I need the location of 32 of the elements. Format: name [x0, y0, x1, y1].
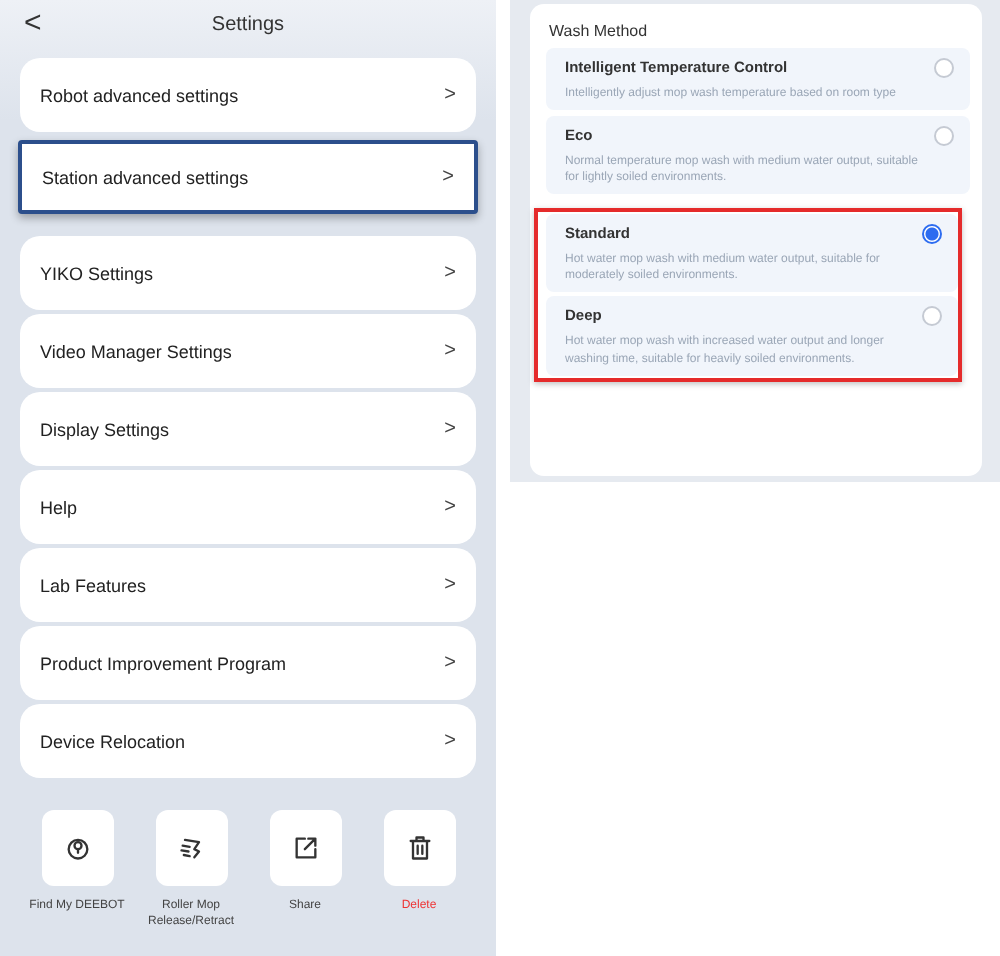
back-button[interactable]: <	[24, 6, 42, 40]
action-button[interactable]	[155, 810, 227, 886]
chevron: >	[444, 418, 456, 440]
chevron: >	[444, 496, 456, 518]
chevron: >	[444, 262, 456, 284]
settings-item[interactable]: Robot advanced settings >	[20, 58, 476, 132]
radio-button[interactable]	[921, 224, 941, 245]
share-icon	[291, 834, 319, 862]
settings-item[interactable]: Device Relocation >	[20, 704, 476, 778]
action-button[interactable]	[41, 810, 113, 886]
settings-item[interactable]: Display Settings >	[20, 392, 476, 466]
settings-item[interactable]: Help >	[20, 470, 476, 544]
settings-item[interactable]: Lab Features >	[20, 548, 476, 622]
chevron: >	[444, 84, 456, 106]
chevron: >	[444, 574, 456, 596]
settings-item[interactable]: YIKO Settings >	[20, 236, 476, 310]
radio-button[interactable]	[921, 306, 941, 327]
chevron: >	[444, 340, 456, 362]
settings-item[interactable]: Video Manager Settings >	[20, 314, 476, 388]
chevron: >	[442, 166, 454, 188]
chevron: >	[444, 730, 456, 752]
trash-icon	[405, 834, 433, 862]
section-title: Wash Method	[549, 22, 650, 40]
action-button[interactable]	[383, 810, 455, 886]
chevron: >	[444, 652, 456, 674]
action-button[interactable]	[269, 810, 341, 886]
roller-icon	[177, 834, 205, 862]
page-title: Settings	[211, 14, 285, 36]
radio-button[interactable]	[933, 58, 953, 78]
radio-button[interactable]	[933, 126, 953, 147]
settings-item[interactable]: Product Improvement Program >	[20, 626, 476, 700]
settings-item[interactable]: Station advanced settings >	[18, 140, 478, 214]
